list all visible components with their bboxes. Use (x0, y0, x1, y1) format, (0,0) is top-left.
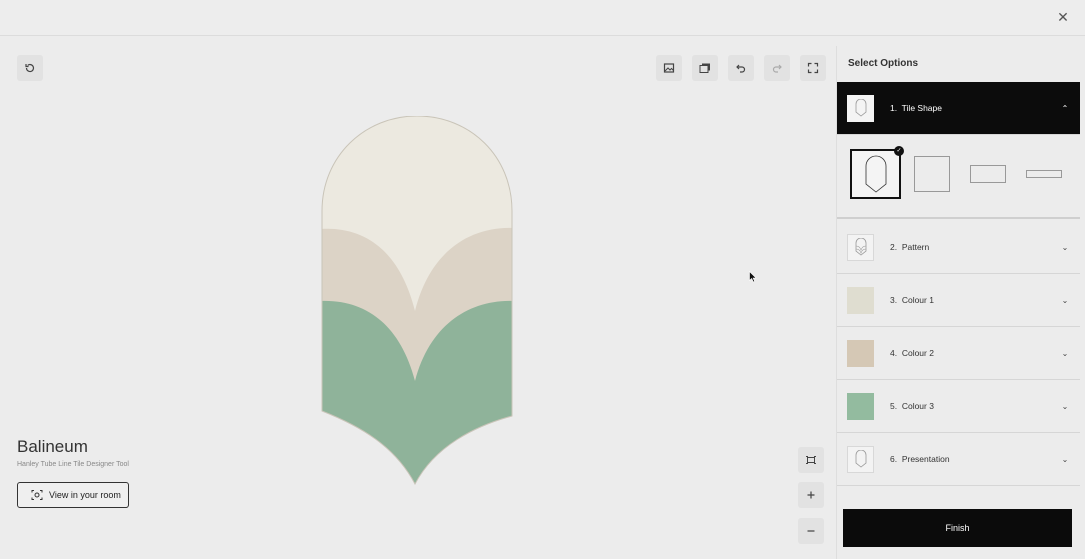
option-label: Pattern (901, 242, 930, 252)
option-label: Colour 2 (901, 348, 934, 358)
option-number: 6. (890, 454, 898, 464)
zoom-out-button[interactable] (798, 518, 824, 544)
chevron-down-icon: ⌄ (1061, 454, 1069, 464)
close-icon[interactable]: ✕ (1055, 9, 1071, 25)
chevron-down-icon: ⌄ (1061, 401, 1069, 411)
gallery-button[interactable] (692, 55, 718, 81)
mouse-cursor-icon (749, 271, 757, 283)
arch-shape[interactable]: ✓ (850, 146, 904, 199)
panel-title: Select Options (848, 58, 919, 69)
zoom-in-button[interactable] (798, 482, 824, 508)
image-button[interactable] (656, 55, 682, 81)
redo-button[interactable] (764, 55, 790, 81)
image-icon (663, 63, 675, 73)
top-bar: ✕ (0, 0, 1085, 36)
option-label: Tile Shape (901, 103, 942, 113)
colour2-swatch (847, 339, 874, 367)
reset-icon (25, 63, 35, 73)
chevron-down-icon: ⌄ (1061, 295, 1069, 305)
tile-shape-choices: ✓ (837, 135, 1080, 219)
option-presentation[interactable]: 6. Presentation ⌄ (837, 433, 1080, 486)
view-in-room-label: View in your room (49, 490, 121, 500)
undo-button[interactable] (728, 55, 754, 81)
tile-shape-thumb (847, 94, 874, 122)
presentation-thumb (847, 445, 874, 473)
fullscreen-icon (807, 62, 819, 74)
pattern-icon (855, 238, 866, 256)
pattern-thumb (847, 233, 874, 261)
option-colour-3[interactable]: 5. Colour 3 ⌄ (837, 380, 1080, 433)
fit-view-icon (806, 456, 816, 464)
camera-scan-icon (31, 490, 43, 500)
rectangle-shape[interactable] (970, 165, 1006, 183)
option-pattern[interactable]: 2. Pattern ⌄ (837, 221, 1080, 274)
colour1-swatch (847, 286, 874, 314)
option-number: 5. (890, 401, 898, 411)
option-tile-shape[interactable]: 1. Tile Shape ⌃ (837, 82, 1080, 135)
view-in-room-button[interactable]: View in your room (17, 482, 129, 508)
reset-button[interactable] (17, 55, 43, 81)
chevron-down-icon: ⌄ (1061, 242, 1069, 252)
square-shape[interactable] (914, 156, 950, 192)
design-canvas (0, 36, 836, 559)
chevron-down-icon: ⌄ (1061, 348, 1069, 358)
option-label: Colour 1 (901, 295, 934, 305)
option-number: 3. (890, 295, 898, 305)
product-title: Balineum (17, 437, 88, 456)
gallery-icon (699, 63, 710, 73)
presentation-icon (855, 450, 866, 468)
option-number: 1. (890, 103, 898, 113)
option-colour-1[interactable]: 3. Colour 1 ⌄ (837, 274, 1080, 327)
option-label: Presentation (901, 454, 950, 464)
option-label: Colour 3 (901, 401, 934, 411)
plus-icon (807, 491, 815, 499)
selected-check-icon: ✓ (894, 146, 904, 156)
option-number: 2. (890, 242, 898, 252)
minus-icon (807, 530, 815, 532)
fit-view-button[interactable] (798, 447, 824, 473)
tile-preview (321, 116, 513, 486)
chevron-up-icon: ⌃ (1061, 103, 1069, 113)
undo-icon (736, 64, 746, 73)
product-subtitle: Hanley Tube Line Tile Designer Tool (17, 461, 129, 468)
option-number: 4. (890, 348, 898, 358)
fullscreen-button[interactable] (800, 55, 826, 81)
redo-icon (772, 64, 782, 73)
finish-button[interactable]: Finish (843, 509, 1072, 547)
option-colour-2[interactable]: 4. Colour 2 ⌄ (837, 327, 1080, 380)
options-panel: Select Options 1. Tile Shape ⌃ ✓ 2. Patt… (836, 46, 1080, 559)
colour3-swatch (847, 392, 874, 420)
long-rectangle-shape[interactable] (1026, 170, 1062, 178)
arch-shape-icon (865, 155, 886, 193)
